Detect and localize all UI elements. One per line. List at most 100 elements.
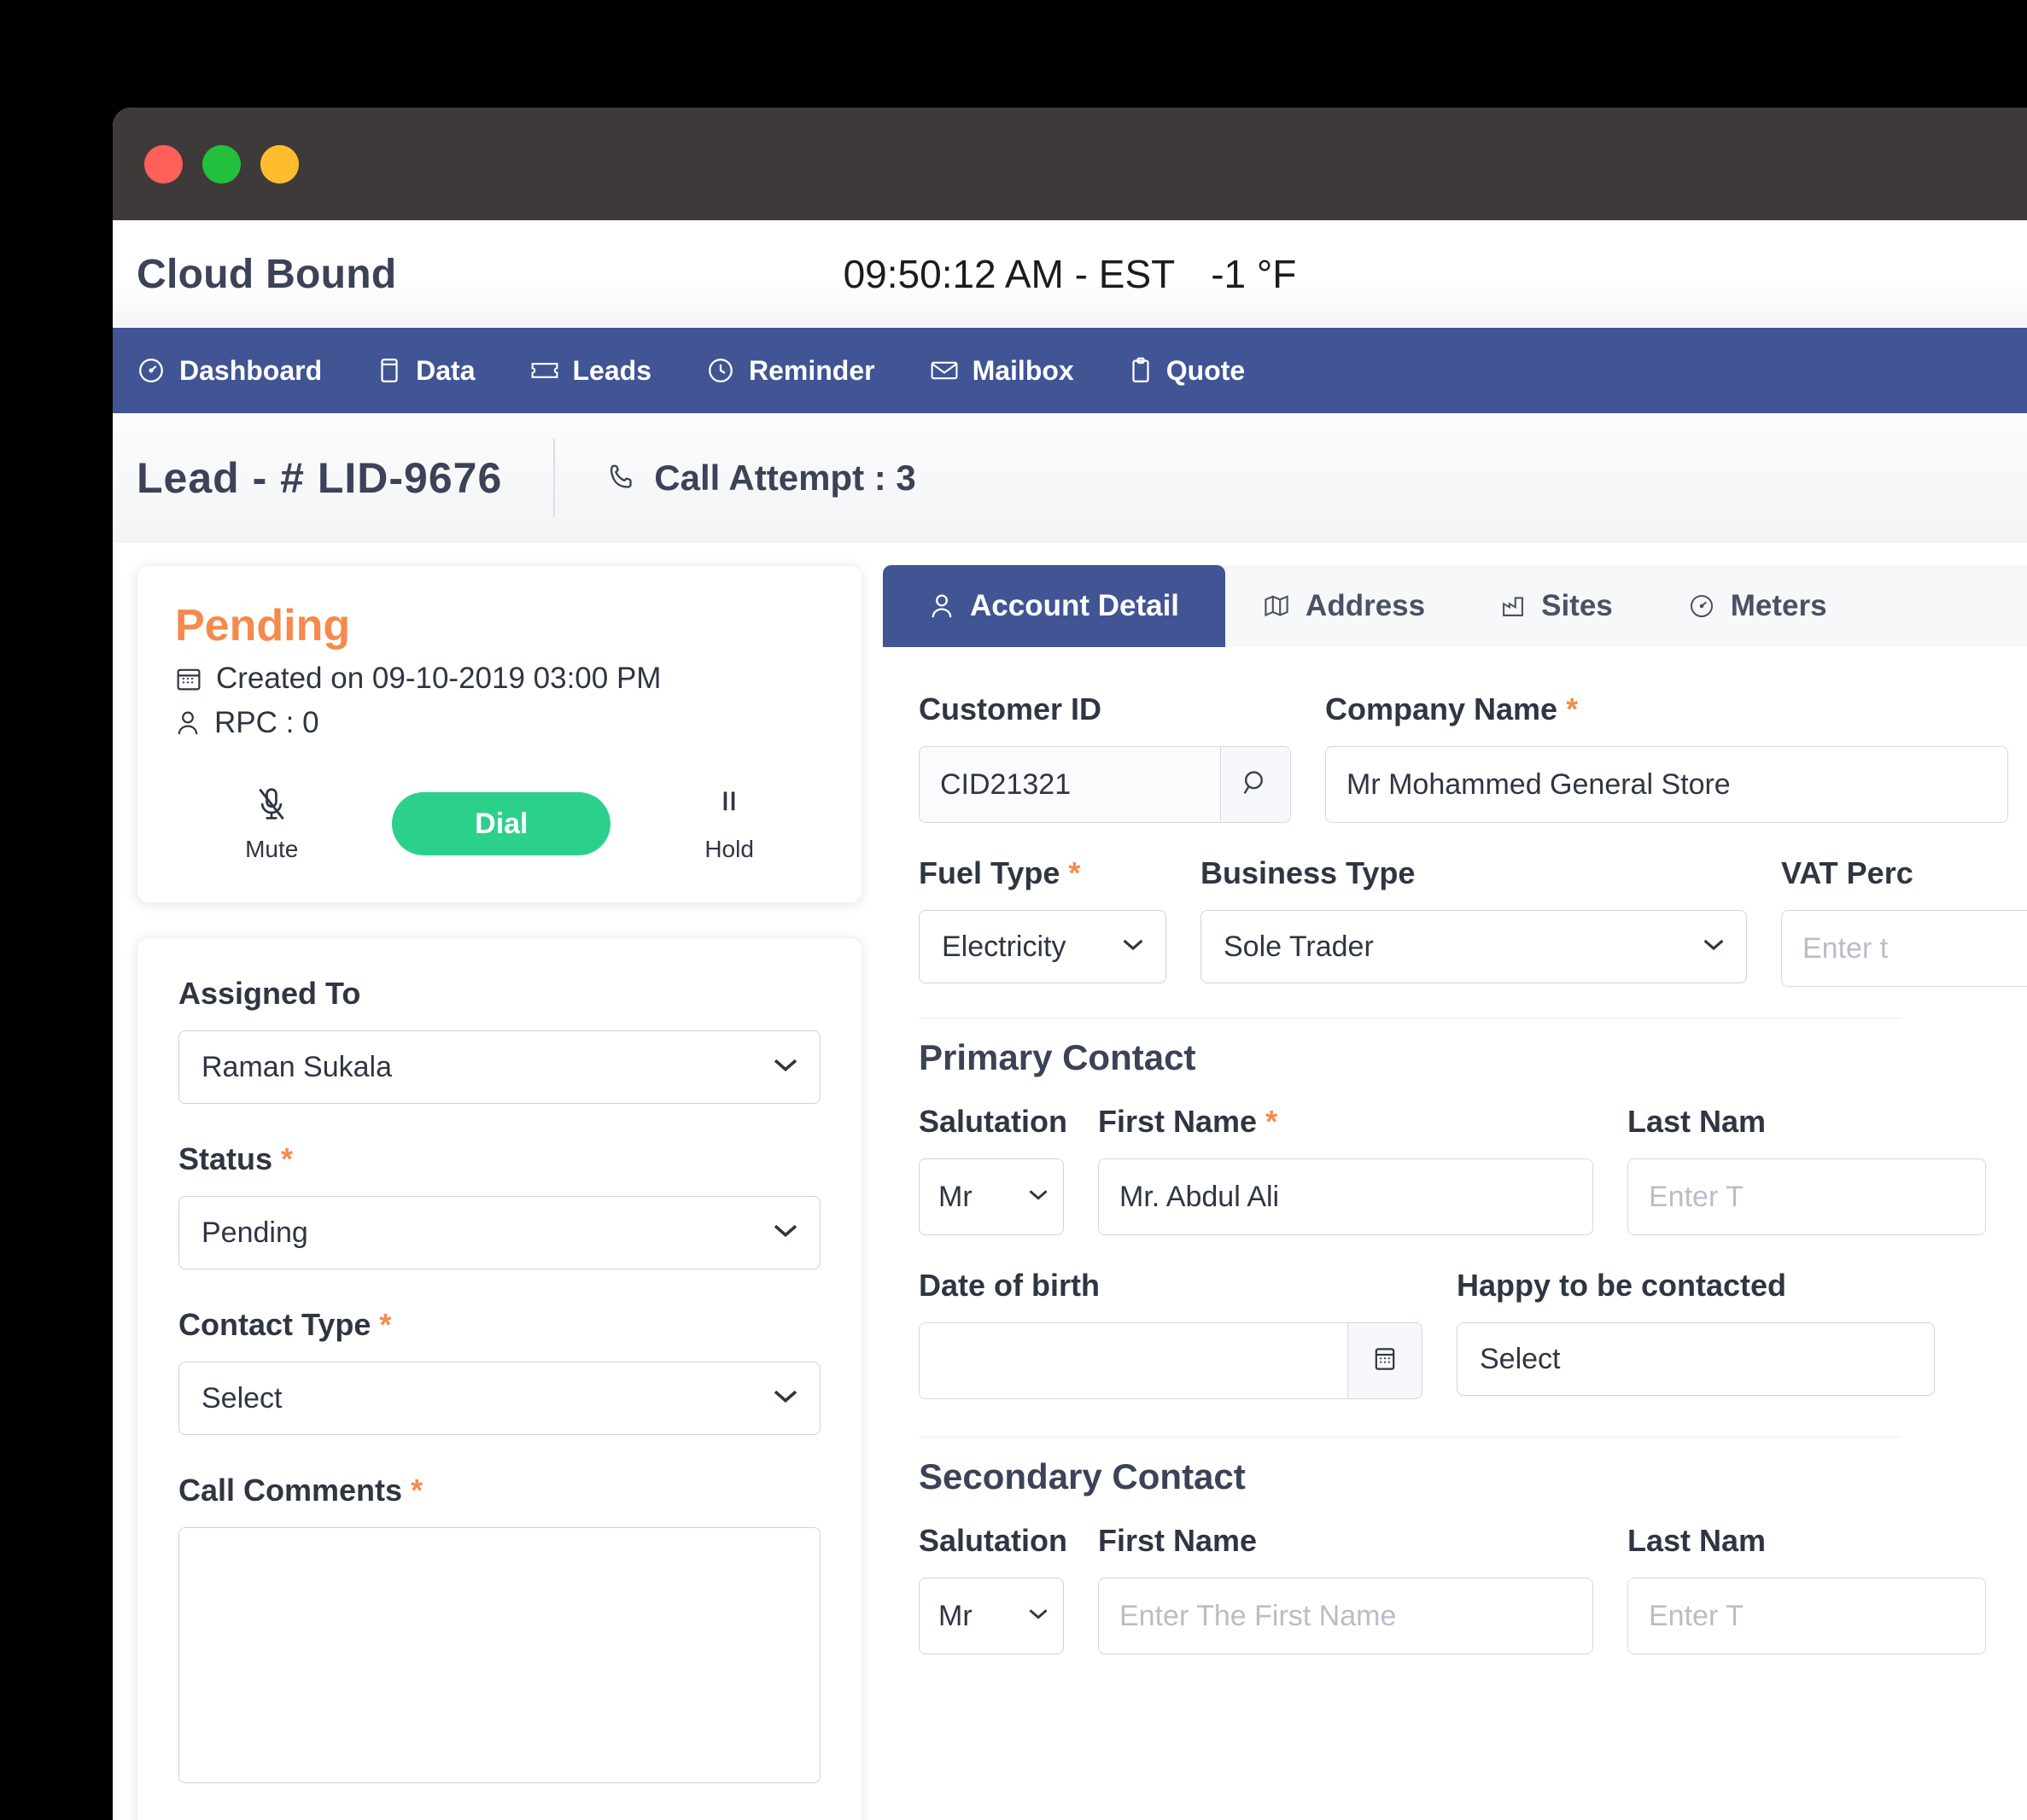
user-icon — [929, 592, 955, 620]
primary-first-name-input[interactable] — [1098, 1158, 1593, 1235]
vat-percentage-label: VAT Perc — [1781, 855, 1913, 890]
status-select[interactable]: Pending — [178, 1196, 821, 1269]
date-of-birth-input[interactable] — [919, 1322, 1348, 1399]
contact-type-label: Contact Type * — [178, 1307, 821, 1343]
tab-label: Sites — [1541, 589, 1613, 622]
nav-label: Leads — [572, 354, 651, 386]
customer-id-input[interactable] — [919, 746, 1221, 823]
field-secondary-salutation: Salutation Mr — [919, 1523, 1067, 1654]
nav-item-dashboard[interactable]: Dashboard — [137, 355, 322, 387]
company-name-label: Company Name * — [1325, 691, 2008, 727]
page-body: Pending Created on 09-10-2019 03:00 PM R… — [113, 543, 2027, 1820]
tab-account-detail[interactable]: Account Detail — [883, 565, 1226, 647]
date-of-birth-label: Date of birth — [919, 1268, 1100, 1303]
field-fuel-type: Fuel Type * Electricity — [919, 855, 1166, 987]
contact-type-select[interactable]: Select — [178, 1362, 821, 1435]
close-button[interactable] — [144, 144, 183, 184]
nav-item-leads[interactable]: Leads — [530, 355, 651, 387]
detail-tabs: Account Detail Address Sites Meters — [883, 565, 2027, 647]
row-primary-name: Salutation Mr First Name * Mr. Abdul Ali… — [919, 1104, 2027, 1235]
field-primary-salutation: Salutation Mr — [919, 1104, 1068, 1235]
minimize-button[interactable] — [202, 144, 241, 184]
fuel-type-select[interactable]: Electricity — [919, 910, 1166, 983]
clock-icon — [706, 356, 735, 385]
rpc-line: RPC : 0 — [175, 706, 824, 740]
field-company-name: Company Name * — [1325, 691, 2008, 823]
rpc-text: RPC : 0 — [214, 706, 319, 739]
nav-label: Mailbox — [972, 354, 1074, 386]
hold-button[interactable]: Hold — [704, 785, 754, 863]
tab-label: Address — [1306, 589, 1426, 622]
mute-button[interactable]: Mute — [245, 785, 298, 863]
speedometer-icon — [137, 356, 166, 385]
business-type-select[interactable]: Sole Trader — [1200, 910, 1747, 983]
microphone-off-icon — [254, 785, 289, 824]
nav-item-reminder[interactable]: Reminder — [706, 355, 875, 387]
required-asterisk: * — [411, 1473, 424, 1508]
required-asterisk: * — [1566, 691, 1579, 726]
row-customer: Customer ID CID21321 Company Name * Mr M… — [919, 691, 2027, 823]
business-type-label: Business Type — [1200, 855, 1416, 890]
page-title-bar: Lead - # LID-9676 Call Attempt : 3 — [113, 413, 2027, 543]
search-icon — [1241, 768, 1270, 802]
field-primary-first-name: First Name * — [1098, 1104, 1593, 1235]
mute-label: Mute — [245, 836, 299, 862]
company-name-input[interactable] — [1325, 746, 2008, 823]
hold-label: Hold — [704, 836, 754, 862]
created-text: Created on 09-10-2019 03:00 PM — [216, 662, 662, 695]
user-icon — [175, 709, 201, 737]
secondary-first-name-label: First Name — [1098, 1523, 1258, 1558]
field-status: Status * Pending — [178, 1141, 821, 1269]
field-business-type: Business Type Sole Trader — [1200, 855, 1747, 987]
date-picker-button[interactable] — [1347, 1322, 1422, 1399]
field-happy-to-be-contacted: Happy to be contacted Select — [1457, 1268, 1935, 1399]
assigned-to-select[interactable]: Raman Sukala — [178, 1030, 821, 1104]
required-asterisk: * — [379, 1307, 392, 1342]
tab-meters[interactable]: Meters — [1650, 565, 1865, 647]
title-divider — [553, 439, 556, 517]
nav-label: Quote — [1165, 354, 1246, 386]
nav-item-mailbox[interactable]: Mailbox — [930, 355, 1074, 387]
database-icon — [377, 356, 402, 385]
primary-salutation-select[interactable]: Mr — [919, 1158, 1064, 1235]
nav-item-data[interactable]: Data — [377, 354, 476, 387]
temperature-text: -1 °F — [1211, 252, 1297, 296]
tab-address[interactable]: Address — [1225, 565, 1463, 647]
phone-icon — [606, 462, 639, 494]
secondary-salutation-select[interactable]: Mr — [919, 1578, 1064, 1654]
field-contact-type: Contact Type * Select — [178, 1307, 821, 1435]
field-vat-percentage: VAT Perc — [1781, 855, 2027, 987]
page-title: Lead - # LID-9676 — [137, 454, 503, 502]
calendar-icon — [175, 665, 202, 692]
required-asterisk: * — [1068, 855, 1081, 890]
fuel-type-label: Fuel Type * — [919, 855, 1166, 891]
secondary-first-name-input[interactable] — [1098, 1578, 1593, 1654]
status-label-text: Status — [178, 1141, 273, 1176]
dial-button[interactable]: Dial — [392, 792, 611, 855]
calendar-icon — [1371, 1345, 1399, 1377]
happy-to-be-contacted-select[interactable]: Select — [1457, 1322, 1935, 1396]
header-clock-group: 09:50:12 AM - EST -1 °F — [113, 251, 2027, 297]
happy-to-be-contacted-label: Happy to be contacted — [1457, 1268, 1787, 1303]
call-comments-textarea[interactable] — [178, 1527, 821, 1783]
primary-salutation-label: Salutation — [919, 1104, 1068, 1139]
nav-item-quote[interactable]: Quote — [1129, 355, 1245, 387]
primary-first-name-label-text: First Name — [1098, 1104, 1258, 1139]
tab-sites[interactable]: Sites — [1463, 565, 1650, 647]
nav-label: Data — [416, 354, 476, 386]
field-date-of-birth: Date of birth — [919, 1268, 1422, 1399]
maximize-button[interactable] — [260, 144, 299, 184]
contact-type-label-text: Contact Type — [178, 1307, 371, 1342]
lead-form-card: Assigned To Raman Sukala Status * Pendin… — [137, 937, 862, 1820]
field-primary-last-name: Last Nam — [1627, 1104, 1986, 1235]
required-asterisk: * — [281, 1141, 294, 1176]
secondary-last-name-input[interactable] — [1627, 1578, 1986, 1654]
required-asterisk: * — [1265, 1104, 1278, 1139]
field-secondary-last-name: Last Nam — [1627, 1523, 1986, 1654]
vat-percentage-input[interactable] — [1781, 910, 2027, 987]
primary-last-name-input[interactable] — [1627, 1158, 1986, 1235]
company-name-label-text: Company Name — [1325, 691, 1558, 726]
assigned-to-label-text: Assigned To — [178, 976, 361, 1011]
call-attempt-text: Call Attempt : 3 — [654, 458, 916, 498]
customer-id-search-button[interactable] — [1220, 746, 1291, 823]
